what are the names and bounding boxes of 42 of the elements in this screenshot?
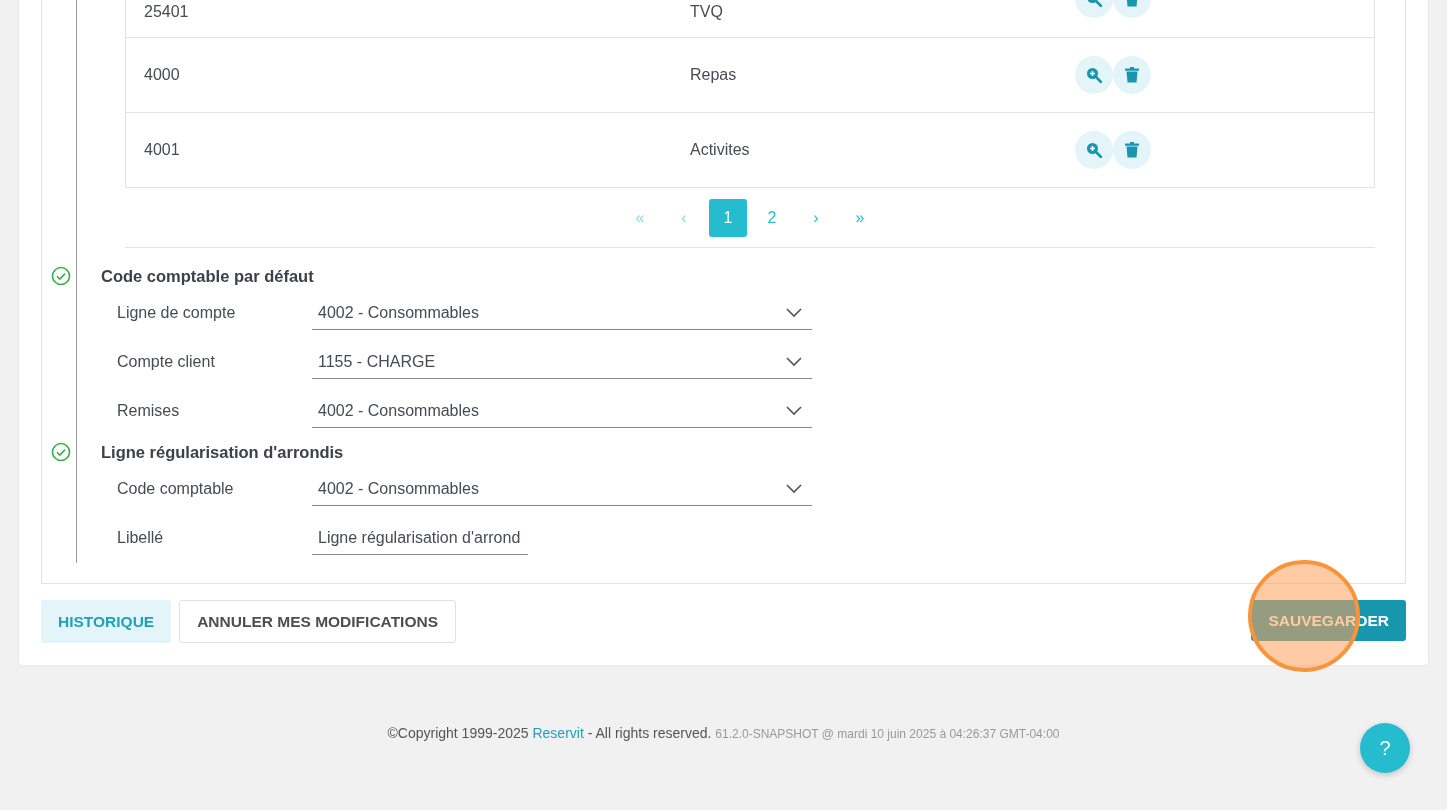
select-field[interactable]: 4002 - Consommables [312, 394, 812, 428]
field-label: Ligne de compte [117, 303, 237, 324]
zoom-in-icon [1086, 67, 1102, 83]
table-cell-text: 4001 [144, 140, 181, 160]
prev-page-button[interactable]: ‹ [665, 199, 703, 237]
table-cell-text: Repas [690, 65, 738, 85]
field-label: Code comptable [117, 479, 235, 499]
last-page-button[interactable]: » [841, 199, 879, 237]
chevron-down-icon [786, 307, 802, 318]
trash-icon [1125, 67, 1139, 83]
table-cell-text: Activites [690, 140, 751, 160]
trash-icon [1125, 142, 1139, 158]
table-cell-text: 4000 [144, 65, 181, 85]
field-label: Compte client [117, 352, 216, 373]
page-button[interactable]: 2 [753, 199, 791, 237]
table-cell-text: TVQ [690, 2, 724, 22]
section-title: Ligne régularisation d'arrondis [101, 442, 344, 461]
field-label: Libellé [117, 528, 165, 548]
chevron-down-icon [786, 405, 802, 416]
rights-text: - All rights reserved. [586, 724, 713, 741]
table-cell-text: 25401 [144, 2, 190, 22]
select-field[interactable]: 4002 - Consommables [312, 296, 812, 330]
cancel-button[interactable]: ANNULER MES MODIFICATIONS [179, 599, 456, 643]
field-label: Remises [117, 401, 181, 422]
version-text: 61.2.0-SNAPSHOT @ mardi 10 juin 2025 à 04:26:37 GMT-04:00 [715, 726, 1060, 741]
delete-button[interactable] [1113, 131, 1151, 169]
brand-link[interactable]: Reservit [532, 724, 584, 741]
history-button[interactable]: HISTORIQUE [41, 599, 172, 643]
copyright-text: ©Copyright 1999-2025 [387, 724, 530, 741]
page-button[interactable]: 1 [709, 199, 747, 237]
view-button[interactable] [1075, 131, 1113, 169]
first-page-button[interactable]: « [621, 199, 659, 237]
delete-button[interactable] [1113, 56, 1151, 94]
select-field[interactable]: 1155 - CHARGE [312, 345, 812, 379]
select-field[interactable]: 4002 - Consommables [312, 472, 812, 506]
section-title: Code comptable par défaut [101, 267, 314, 285]
help-button[interactable]: ? [1360, 723, 1410, 773]
next-page-button[interactable]: › [797, 199, 835, 237]
zoom-in-icon [1086, 142, 1102, 158]
view-button[interactable] [1075, 56, 1113, 94]
chevron-down-icon [786, 356, 802, 367]
chevron-down-icon [786, 483, 802, 494]
